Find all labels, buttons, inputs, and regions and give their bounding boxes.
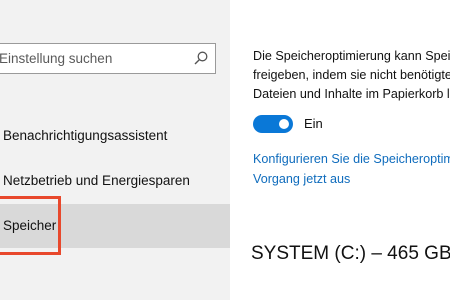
storage-sense-toggle[interactable] [253,115,293,133]
description-line: freigeben, indem sie nicht benötigte [253,68,450,82]
toggle-state-label: Ein [304,116,323,131]
drive-title: SYSTEM (C:) – 465 GB [251,243,450,264]
description-line: Dateien und Inhalte im Papierkorb löscht… [253,87,450,101]
sidebar-item-label: Benachrichtigungsassistent [3,128,168,143]
storage-main-panel: Die Speicheroptimierung kann Speicherpla… [230,0,450,300]
run-now-link[interactable]: Vorgang jetzt aus [253,170,350,189]
search-input[interactable]: Einstellung suchen [0,44,112,73]
settings-search-box[interactable]: Einstellung suchen [0,43,216,74]
annotation-highlight-box [0,196,61,255]
description-line: Die Speicheroptimierung kann Speicherpla… [253,49,450,63]
toggle-knob [279,119,289,129]
storage-sense-description: Die Speicheroptimierung kann Speicherpla… [253,47,450,104]
search-icon[interactable] [193,50,209,66]
sidebar-item-label: Netzbetrieb und Energiesparen [3,173,190,188]
settings-sidebar: Einstellung suchen Benachrichtigungsassi… [0,0,230,300]
sidebar-item-notifications-assistant[interactable]: Benachrichtigungsassistent [0,114,230,158]
configure-storage-sense-link[interactable]: Konfigurieren Sie die Speicheroptimierun… [253,150,450,169]
